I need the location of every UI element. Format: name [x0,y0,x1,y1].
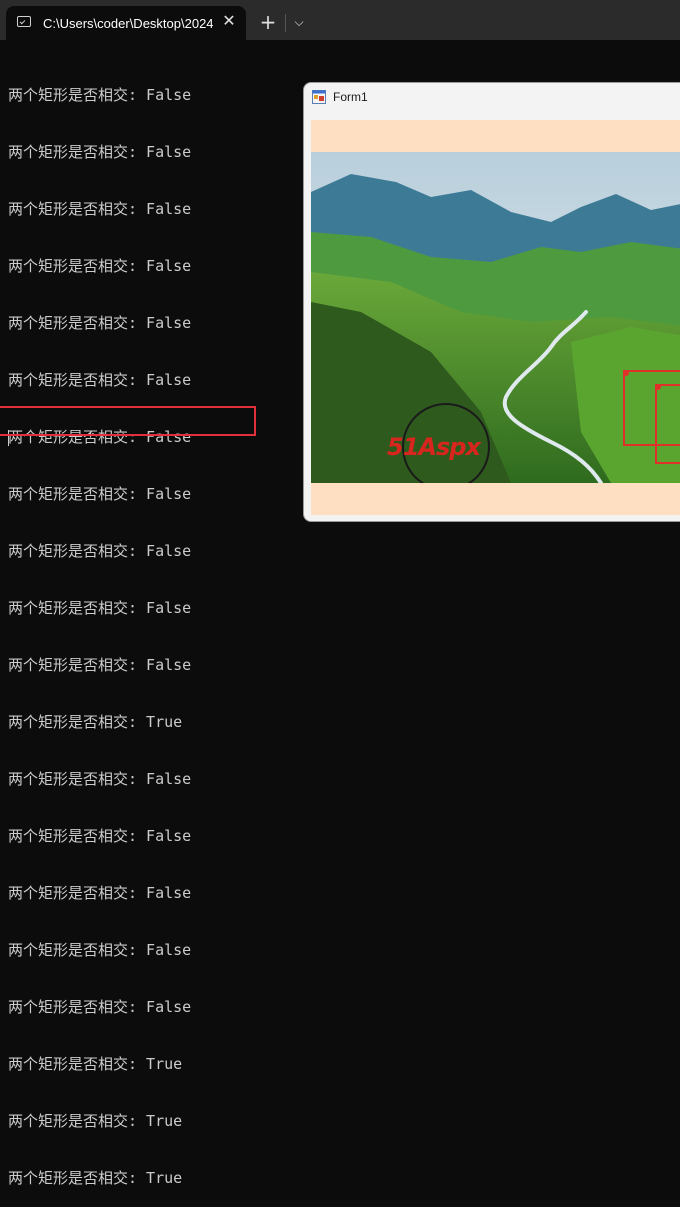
console-line: 两个矩形是否相交: False [8,542,192,560]
console-line: 两个矩形是否相交: False [8,143,192,161]
console-line: 两个矩形是否相交: False [8,998,192,1016]
new-tab-button[interactable]: + [258,12,278,32]
close-icon[interactable]: ✕ [220,12,238,30]
console-line: 两个矩形是否相交: True [8,1112,183,1130]
terminal-titlebar: C:\Users\coder\Desktop\2024 ✕ + ⌵ [0,0,680,40]
console-line: 两个矩形是否相交: False [8,314,192,332]
console-line: 两个矩形是否相交: False [8,257,192,275]
tab-title: C:\Users\coder\Desktop\2024 [43,16,213,31]
console-line: 两个矩形是否相交: False [8,200,192,218]
form1-window[interactable]: Form1 51Aspx [303,82,680,522]
console-line: 两个矩形是否相交: False [8,770,192,788]
chevron-down-icon[interactable]: ⌵ [290,13,308,31]
console-line: 两个矩形是否相交: False [8,827,192,845]
console-line: 两个矩形是否相交: False [8,371,192,389]
console-line: 两个矩形是否相交: False [8,86,192,104]
watermark-logo: 51Aspx [387,433,481,461]
form-title: Form1 [333,90,368,104]
console-line: 两个矩形是否相交: True [8,1055,183,1073]
console-output: 两个矩形是否相交: False 两个矩形是否相交: False 两个矩形是否相交… [8,48,308,1207]
form-client-area: 51Aspx [311,120,680,515]
highlight-box [0,406,256,436]
terminal-icon [17,16,31,27]
rectangle-handle [655,384,661,390]
tab-separator [285,14,286,32]
console-line: 两个矩形是否相交: False [8,656,192,674]
rectangle-handle [623,370,629,376]
console-line: 两个矩形是否相交: False [8,941,192,959]
console-line: 两个矩形是否相交: False [8,884,192,902]
console-line: 两个矩形是否相交: False [8,485,192,503]
terminal-tab[interactable]: C:\Users\coder\Desktop\2024 ✕ [6,6,246,40]
console-line: 两个矩形是否相交: False [8,599,192,617]
console-line: 两个矩形是否相交: True [8,1169,183,1187]
form-app-icon [312,90,326,104]
landscape-picture [311,152,680,483]
console-line: 两个矩形是否相交: True [8,713,183,731]
